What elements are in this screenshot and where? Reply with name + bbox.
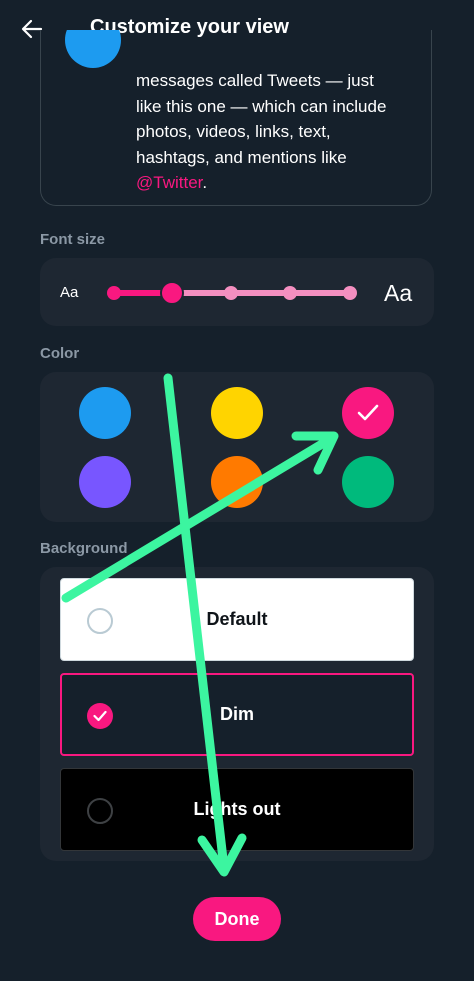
color-label: Color (40, 345, 80, 362)
background-option-default[interactable]: Default (60, 578, 414, 661)
preview-line: hashtags, and mentions like (136, 147, 347, 167)
background-option-dim[interactable]: Dim (60, 673, 414, 756)
color-option-orange[interactable] (211, 456, 263, 508)
color-option-blue[interactable] (79, 387, 131, 439)
background-panel: Default Dim Lights out (40, 567, 434, 861)
preview-line: messages called Tweets — just (136, 71, 374, 90)
slider-thumb[interactable] (160, 281, 184, 305)
background-option-lights-out[interactable]: Lights out (60, 768, 414, 851)
slider-step[interactable] (343, 286, 357, 300)
mention-link[interactable]: @Twitter (136, 173, 202, 192)
background-option-label: Default (206, 609, 268, 629)
color-panel (40, 372, 434, 522)
avatar (65, 30, 121, 68)
preview-suffix: . (202, 173, 208, 192)
check-icon (357, 404, 379, 421)
font-size-slider[interactable] (102, 280, 362, 306)
done-button[interactable]: Done (193, 897, 281, 941)
color-option-purple[interactable] (79, 456, 131, 508)
tweet-preview-card: messages called Tweets — just like this … (40, 30, 432, 206)
font-size-small-label: Aa (60, 284, 79, 301)
color-option-green[interactable] (342, 456, 394, 508)
font-size-panel: Aa Aa (40, 258, 434, 326)
tweet-preview-text: messages called Tweets — just like this … (136, 68, 426, 196)
color-option-pink[interactable] (342, 387, 394, 439)
color-option-yellow[interactable] (211, 387, 263, 439)
font-size-large-label: Aa (384, 280, 413, 306)
font-size-label: Font size (40, 231, 106, 248)
background-label: Background (40, 540, 128, 557)
background-option-label: Dim (219, 704, 254, 724)
slider-step[interactable] (283, 286, 297, 300)
background-option-label: Lights out (193, 799, 281, 819)
slider-step[interactable] (107, 286, 121, 300)
preview-line: like this one — which can include (136, 96, 387, 116)
preview-line-mention: @Twitter. (136, 170, 426, 196)
slider-step[interactable] (224, 286, 238, 300)
preview-line: photos, videos, links, text, (136, 122, 331, 141)
